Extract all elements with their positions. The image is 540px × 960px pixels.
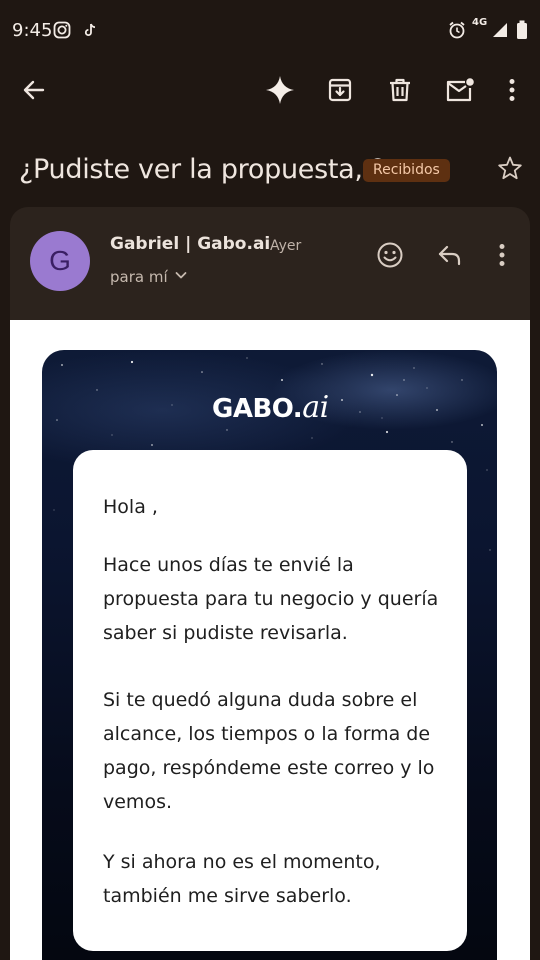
reply-button[interactable] [430,237,470,277]
tiktok-icon [80,20,100,40]
delete-button[interactable] [380,72,420,112]
paragraph-1: Hace unos días te envié la propuesta par… [103,554,439,644]
back-arrow-icon [21,77,47,108]
emoji-reaction-button[interactable] [370,237,410,277]
email-banner: GABO.ai Hola , Hace unos días te envié l… [42,350,497,960]
mark-unread-button[interactable] [440,72,480,112]
delete-icon [387,77,413,108]
recipient-label: para mí [110,268,168,286]
emoji-icon [376,241,404,274]
sender-name: Gabriel | Gabo.ai [110,234,271,254]
message-card: G Gabriel | Gabo.ai Ayer para mí GABO.ai… [10,207,530,960]
alarm-icon [447,20,467,40]
sender-avatar[interactable]: G [30,231,90,291]
status-time: 9:45 [12,20,53,41]
more-vert-icon [508,78,516,107]
email-screen: 9:45 4G ¿Pudiste ver la propuesta, ? Rec… [0,0,540,960]
gemini-button[interactable] [260,72,300,112]
inbox-label-chip[interactable]: Recibidos [363,159,450,182]
star-button[interactable] [493,153,527,187]
archive-button[interactable] [320,72,360,112]
instagram-icon [52,20,72,40]
reply-icon [437,243,463,272]
email-body: GABO.ai Hola , Hace unos días te envié l… [10,320,530,960]
message-date: Ayer [270,238,302,254]
gemini-sparkle-icon [265,75,295,110]
more-options-button[interactable] [492,72,532,112]
greeting-text: Hola , [103,496,158,518]
paragraph-3: Y si ahora no es el momento, también me … [103,851,381,907]
email-subject: ¿Pudiste ver la propuesta, ? [19,154,385,185]
archive-icon [327,77,353,108]
signal-icon [490,20,510,40]
status-bar: 9:45 4G [0,0,540,62]
battery-icon [512,20,532,40]
message-more-button[interactable] [482,237,522,277]
gabo-ai-logo: GABO.ai [212,390,329,425]
network-type: 4G [472,17,488,28]
email-message-box: Hola , Hace unos días te envié la propue… [73,450,467,951]
more-vert-icon [498,243,506,272]
back-button[interactable] [14,72,54,112]
chevron-down-icon [174,268,188,286]
star-icon [497,155,523,186]
paragraph-2: Si te quedó alguna duda sobre el alcance… [103,689,435,813]
recipient-details-toggle[interactable]: para mí [110,268,188,286]
mark-unread-icon [445,77,475,108]
